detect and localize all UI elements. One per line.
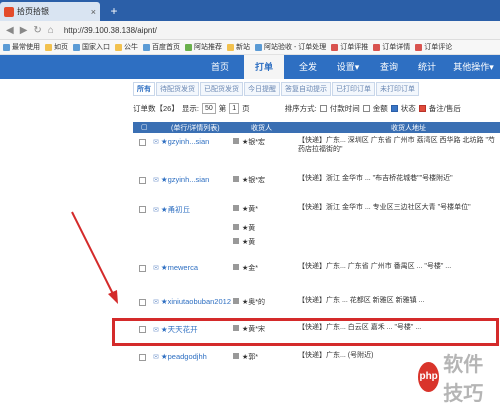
- annotation-arrow: [71, 211, 118, 304]
- watermark: php 软件技巧: [418, 348, 500, 406]
- watermark-text: 软件技巧: [443, 354, 484, 405]
- php-logo-icon: php: [418, 362, 440, 392]
